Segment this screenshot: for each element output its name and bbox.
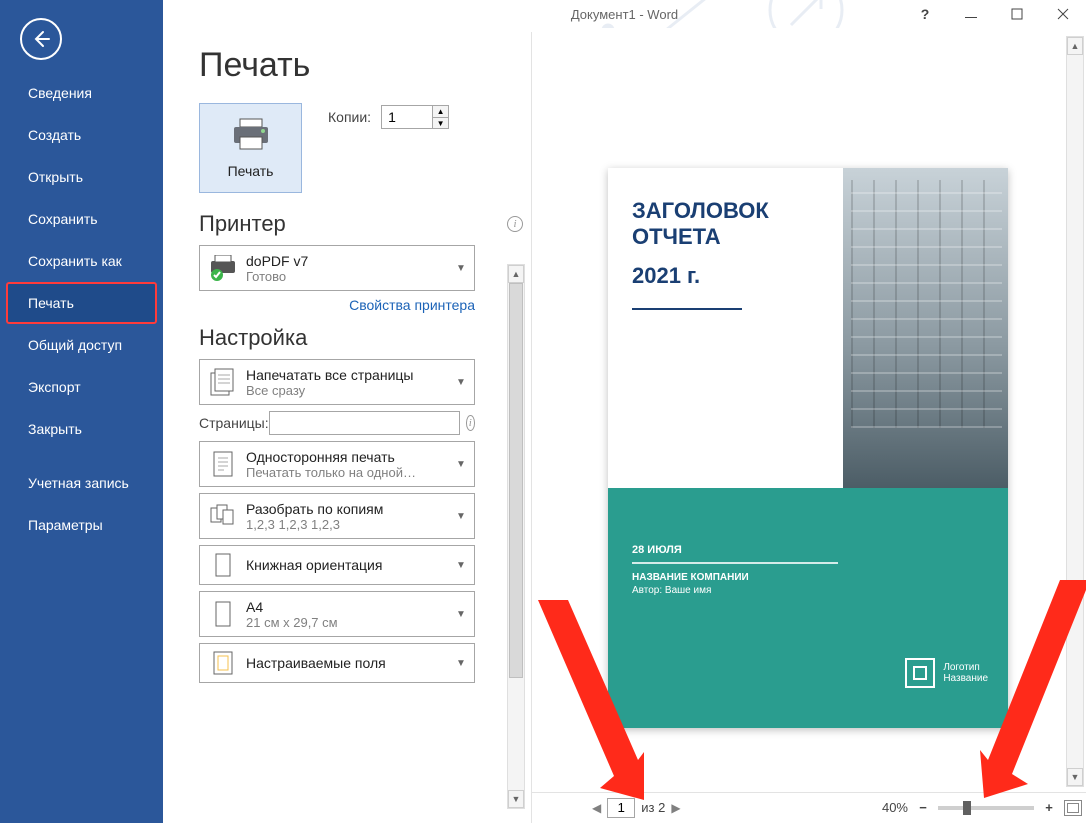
preview-scroll-up[interactable]: ▲ bbox=[1067, 37, 1083, 55]
printer-section-title: Принтер bbox=[199, 211, 286, 237]
zoom-slider-knob[interactable] bbox=[963, 801, 971, 815]
sides-dropdown[interactable]: Односторонняя печать Печатать только на … bbox=[199, 441, 475, 487]
doc-year: 2021 г. bbox=[632, 263, 830, 289]
page-number-input[interactable] bbox=[607, 798, 635, 818]
doc-company: НАЗВАНИЕ КОМПАНИИ bbox=[632, 572, 838, 583]
sidebar-item-export[interactable]: Экспорт bbox=[0, 366, 163, 408]
sidebar-item-account[interactable]: Учетная запись bbox=[0, 462, 163, 504]
sidebar-item-options[interactable]: Параметры bbox=[0, 504, 163, 546]
settings-section-title: Настройка bbox=[199, 325, 307, 351]
doc-date: 28 ИЮЛЯ bbox=[632, 544, 838, 564]
collate-dropdown[interactable]: Разобрать по копиям 1,2,3 1,2,3 1,2,3 ▼ bbox=[199, 493, 475, 539]
chevron-down-icon: ▼ bbox=[454, 609, 468, 620]
pages-input[interactable] bbox=[269, 411, 460, 435]
orientation-dropdown[interactable]: Книжная ориентация ▼ bbox=[199, 545, 475, 585]
preview-scrollbar[interactable]: ▲ ▼ bbox=[1066, 36, 1084, 787]
paper-size-dropdown[interactable]: A4 21 см x 29,7 см ▼ bbox=[199, 591, 475, 637]
sidebar-item-new[interactable]: Создать bbox=[0, 114, 163, 156]
print-button-label: Печать bbox=[228, 163, 274, 179]
printer-status: Готово bbox=[246, 269, 454, 284]
preview-scroll-down[interactable]: ▼ bbox=[1067, 768, 1083, 786]
portrait-icon bbox=[206, 548, 240, 582]
settings-scrollbar[interactable]: ▲ ▼ bbox=[507, 264, 525, 809]
chevron-down-icon: ▼ bbox=[454, 658, 468, 669]
zoom-out-button[interactable]: − bbox=[916, 801, 930, 815]
title-bar: Документ1 - Word ? bbox=[163, 0, 1086, 28]
printer-status-icon bbox=[206, 251, 240, 285]
page-single-icon bbox=[206, 447, 240, 481]
prev-page-button[interactable]: ◀ bbox=[592, 801, 601, 815]
maximize-button[interactable] bbox=[994, 0, 1040, 28]
zoom-in-button[interactable]: + bbox=[1042, 801, 1056, 815]
printer-dropdown[interactable]: doPDF v7 Готово ▼ bbox=[199, 245, 475, 291]
print-settings-panel: Печать Печать Копии: ▲ ▼ Прин bbox=[163, 28, 531, 823]
margins-dropdown[interactable]: Настраиваемые поля ▼ bbox=[199, 643, 475, 683]
collate-icon bbox=[206, 499, 240, 533]
window-title: Документ1 - Word bbox=[571, 7, 678, 22]
backstage-main: Печать Печать Копии: ▲ ▼ Прин bbox=[163, 28, 1086, 823]
paper-icon bbox=[206, 597, 240, 631]
scroll-thumb[interactable] bbox=[509, 283, 523, 678]
doc-title-1: ЗАГОЛОВОК bbox=[632, 198, 830, 224]
help-button[interactable]: ? bbox=[902, 0, 948, 28]
copies-up[interactable]: ▲ bbox=[433, 105, 449, 117]
scroll-up[interactable]: ▲ bbox=[508, 265, 524, 283]
doc-title-2: ОТЧЕТА bbox=[632, 224, 830, 250]
sidebar-item-save[interactable]: Сохранить bbox=[0, 198, 163, 240]
sidebar-item-print[interactable]: Печать bbox=[6, 282, 157, 324]
zoom-slider[interactable] bbox=[938, 806, 1034, 810]
minimize-button[interactable] bbox=[948, 0, 994, 28]
doc-author: Автор: Ваше имя bbox=[632, 585, 838, 596]
preview-status-bar: ◀ из 2 ▶ 40% − + bbox=[532, 792, 1086, 822]
sidebar-item-open[interactable]: Открыть bbox=[0, 156, 163, 198]
back-button[interactable] bbox=[20, 18, 62, 60]
pages-stack-icon bbox=[206, 365, 240, 399]
next-page-button[interactable]: ▶ bbox=[671, 801, 680, 815]
print-range-dropdown[interactable]: Напечатать все страницы Все сразу ▼ bbox=[199, 359, 475, 405]
print-button[interactable]: Печать bbox=[199, 103, 302, 193]
printer-icon bbox=[230, 117, 272, 153]
doc-logo: Логотип Название bbox=[905, 658, 988, 688]
zoom-to-page-button[interactable] bbox=[1064, 800, 1082, 816]
page-of-label: из 2 bbox=[641, 800, 665, 815]
copies-spinner[interactable]: ▲ ▼ bbox=[381, 105, 449, 129]
margins-icon bbox=[206, 646, 240, 680]
titlebar-decoration bbox=[163, 0, 846, 28]
copies-label: Копии: bbox=[328, 109, 371, 125]
building-image bbox=[843, 168, 1008, 488]
logo-mark-icon bbox=[905, 658, 935, 688]
scroll-down[interactable]: ▼ bbox=[508, 790, 524, 808]
chevron-down-icon: ▼ bbox=[454, 377, 468, 388]
chevron-down-icon: ▼ bbox=[454, 511, 468, 522]
title-rule bbox=[632, 308, 742, 310]
sidebar-item-close[interactable]: Закрыть bbox=[0, 408, 163, 450]
printer-info-icon[interactable]: i bbox=[507, 216, 523, 232]
pages-info-icon[interactable]: i bbox=[466, 415, 475, 431]
printer-name: doPDF v7 bbox=[246, 253, 454, 269]
printer-properties-link[interactable]: Свойства принтера bbox=[349, 297, 475, 313]
pages-label: Страницы: bbox=[199, 415, 269, 431]
copies-input[interactable] bbox=[381, 105, 433, 129]
sidebar-item-info[interactable]: Сведения bbox=[0, 72, 163, 114]
backstage-sidebar: Сведения Создать Открыть Сохранить Сохра… bbox=[0, 0, 163, 823]
copies-down[interactable]: ▼ bbox=[433, 117, 449, 129]
page-preview: ЗАГОЛОВОК ОТЧЕТА 2021 г. 28 ИЮЛЯ НАЗВАНИ… bbox=[608, 168, 1008, 728]
print-preview-pane: ЗАГОЛОВОК ОТЧЕТА 2021 г. 28 ИЮЛЯ НАЗВАНИ… bbox=[531, 32, 1086, 823]
page-heading: Печать bbox=[199, 46, 523, 85]
chevron-down-icon: ▼ bbox=[454, 263, 468, 274]
close-button[interactable] bbox=[1040, 0, 1086, 28]
sidebar-item-saveas[interactable]: Сохранить как bbox=[0, 240, 163, 282]
chevron-down-icon: ▼ bbox=[454, 560, 468, 571]
zoom-percent: 40% bbox=[882, 800, 908, 815]
sidebar-item-share[interactable]: Общий доступ bbox=[0, 324, 163, 366]
chevron-down-icon: ▼ bbox=[454, 459, 468, 470]
